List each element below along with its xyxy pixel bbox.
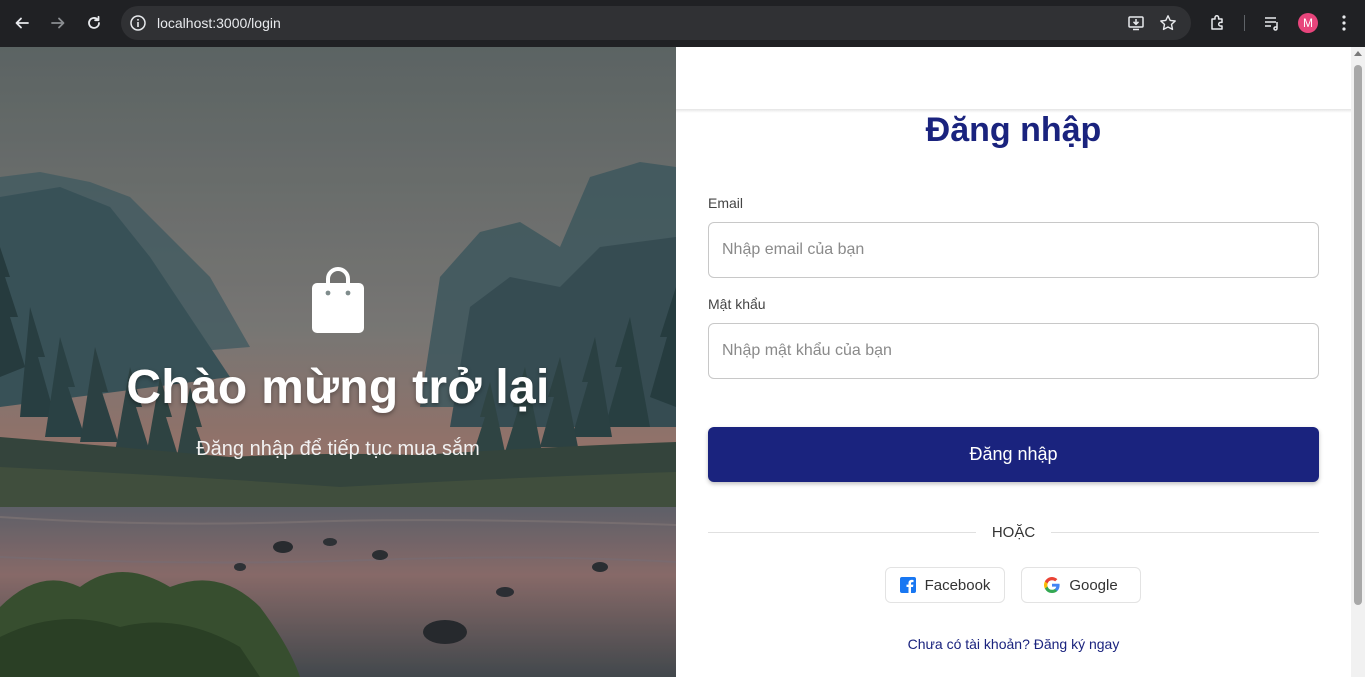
forward-button[interactable] (45, 10, 71, 36)
browser-toolbar: localhost:3000/login M (0, 0, 1365, 47)
email-label: Email (708, 195, 744, 211)
back-icon (15, 17, 29, 29)
shopping-bag-icon (312, 267, 364, 333)
reload-button[interactable] (81, 10, 107, 36)
hero-title: Chào mừng trở lại (126, 361, 550, 414)
hero-panel: Chào mừng trở lại Đăng nhập để tiếp tục … (0, 47, 676, 677)
url-text[interactable]: localhost:3000/login (157, 15, 281, 31)
facebook-icon (899, 577, 916, 593)
hero-subtitle: Đăng nhập để tiếp tục mua sắm (196, 438, 480, 460)
divider-line-left (708, 532, 976, 533)
forward-icon (51, 17, 65, 29)
facebook-login-button[interactable]: Facebook (885, 567, 1005, 603)
divider-text: HOẶC (991, 524, 1036, 541)
extensions-icon[interactable] (1208, 13, 1228, 33)
login-submit-button[interactable]: Đăng nhập (708, 427, 1319, 482)
form-title: Đăng nhập (925, 111, 1102, 149)
facebook-label: Facebook (924, 576, 991, 594)
kebab-menu-icon[interactable] (1334, 13, 1354, 33)
google-login-button[interactable]: Google (1021, 567, 1141, 603)
login-panel: Đăng nhập Email Mật khẩu Đăng nhập HOẶC … (676, 47, 1351, 677)
toolbar-separator (1244, 15, 1245, 31)
scrollbar-thumb[interactable] (1354, 65, 1362, 605)
bookmark-star-icon[interactable] (1159, 14, 1177, 32)
scroll-up-arrow-icon[interactable] (1354, 51, 1362, 56)
back-button[interactable] (9, 10, 35, 36)
reload-icon (88, 15, 100, 29)
google-icon (1044, 577, 1060, 593)
site-info-icon[interactable] (129, 14, 147, 32)
password-label: Mật khẩu (708, 296, 766, 312)
profile-avatar[interactable]: M (1298, 13, 1318, 33)
install-app-icon[interactable] (1127, 14, 1145, 32)
email-input[interactable] (708, 222, 1319, 278)
media-control-icon[interactable] (1262, 13, 1282, 33)
address-bar[interactable]: localhost:3000/login (121, 6, 1191, 40)
divider-line-right (1051, 532, 1319, 533)
password-input[interactable] (708, 323, 1319, 379)
signup-link[interactable]: Chưa có tài khoản? Đăng ký ngay (676, 636, 1351, 652)
page-scrollbar[interactable] (1351, 47, 1365, 677)
google-label: Google (1069, 576, 1118, 594)
